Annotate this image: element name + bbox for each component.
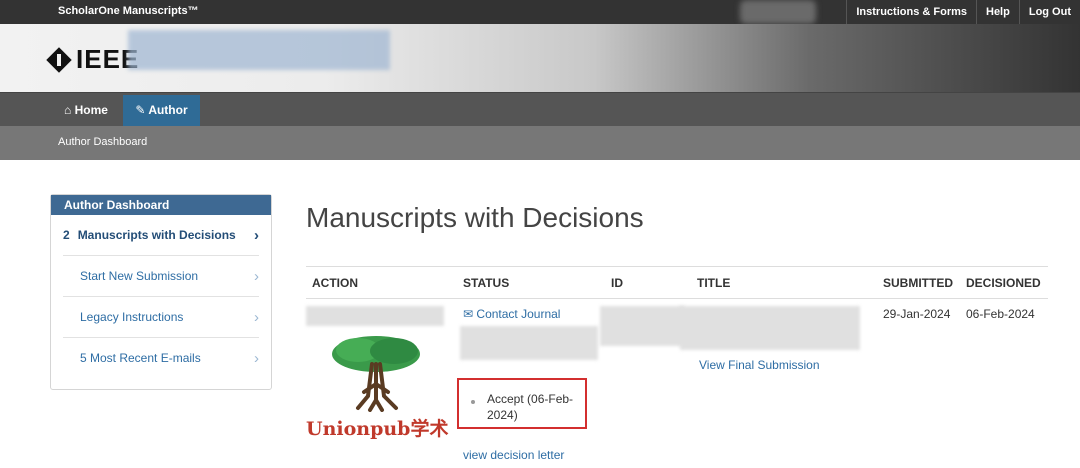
submitted-date: 29-Jan-2024 <box>883 307 951 321</box>
sidebar-item-recent-emails[interactable]: 5 Most Recent E-mails › <box>63 338 259 379</box>
sidebar-item-label: 5 Most Recent E-mails <box>80 351 201 365</box>
tab-home[interactable]: ⌂ Home <box>52 95 120 127</box>
tab-author-label: Author <box>148 103 188 117</box>
tab-author[interactable]: ✎ Author <box>123 95 200 127</box>
sidebar-item-start-new-submission[interactable]: Start New Submission › <box>63 256 259 297</box>
view-final-submission-link[interactable]: View Final Submission <box>699 358 820 372</box>
column-header-action: ACTION <box>306 266 457 299</box>
breadcrumb[interactable]: Author Dashboard <box>58 136 147 148</box>
watermark-text: Unionpub学术 <box>306 418 449 440</box>
panel-heading: Author Dashboard <box>51 195 271 215</box>
decisioned-date: 06-Feb-2024 <box>966 307 1035 321</box>
redacted-action <box>306 306 444 326</box>
tree-watermark-icon <box>332 336 420 412</box>
journal-banner: IEEE <box>0 24 1080 92</box>
help-link[interactable]: Help <box>976 0 1019 24</box>
pencil-icon: ✎ <box>135 103 146 117</box>
redacted-id <box>600 306 684 346</box>
sidebar-item-label: Legacy Instructions <box>80 310 184 324</box>
chevron-right-icon: › <box>254 309 259 326</box>
status-highlight: Accept (06-Feb-2024) <box>457 378 587 429</box>
chevron-right-icon: › <box>254 350 259 367</box>
brand-name: ScholarOne Manuscripts™ <box>58 5 199 17</box>
bullet-icon <box>471 400 475 404</box>
chevron-right-icon: › <box>254 227 259 244</box>
ieee-logo[interactable]: IEEE <box>46 44 139 75</box>
contact-journal-link[interactable]: ✉ Contact Journal <box>463 307 560 321</box>
column-header-status: STATUS <box>457 266 605 299</box>
status-badge: Accept (06-Feb-2024) <box>487 392 574 422</box>
sub-nav: Author Dashboard <box>0 126 1080 160</box>
item-count: 2 <box>63 228 70 242</box>
redacted-user-name <box>740 0 816 24</box>
column-header-submitted: SUBMITTED <box>877 266 960 299</box>
redacted-status-detail <box>460 326 598 360</box>
author-dashboard-panel: Author Dashboard 2 Manuscripts with Decis… <box>50 194 272 390</box>
chevron-right-icon: › <box>254 268 259 285</box>
sidebar-item-label: Manuscripts with Decisions <box>77 228 236 242</box>
sidebar-item-legacy-instructions[interactable]: Legacy Instructions › <box>63 297 259 338</box>
table-header-row: ACTION STATUS ID TITLE SUBMITTED DECISIO… <box>306 266 1048 299</box>
ieee-diamond-icon <box>46 46 72 73</box>
envelope-icon: ✉ <box>463 307 474 321</box>
top-links: Instructions & Forms Help Log Out <box>846 0 1080 24</box>
column-header-decisioned: DECISIONED <box>960 266 1048 299</box>
sidebar-item-manuscripts-with-decisions[interactable]: 2 Manuscripts with Decisions › <box>63 215 259 256</box>
tab-home-label: Home <box>74 103 108 117</box>
main-nav: ⌂ Home ✎ Author <box>0 92 1080 127</box>
column-header-id: ID <box>605 266 691 299</box>
page-title: Manuscripts with Decisions <box>306 202 644 233</box>
instructions-forms-link[interactable]: Instructions & Forms <box>846 0 976 24</box>
redacted-journal-name <box>128 30 390 70</box>
contact-journal-label: Contact Journal <box>476 307 561 321</box>
column-header-title: TITLE <box>691 266 877 299</box>
log-out-link[interactable]: Log Out <box>1018 0 1080 24</box>
sidebar-item-label: Start New Submission <box>80 269 199 283</box>
redacted-title <box>680 306 860 350</box>
home-icon: ⌂ <box>64 103 72 117</box>
top-bar: ScholarOne Manuscripts™ Instructions & F… <box>0 0 1080 24</box>
view-decision-letter-link[interactable]: view decision letter <box>463 448 564 462</box>
manuscripts-table: ACTION STATUS ID TITLE SUBMITTED DECISIO… <box>306 266 1048 299</box>
